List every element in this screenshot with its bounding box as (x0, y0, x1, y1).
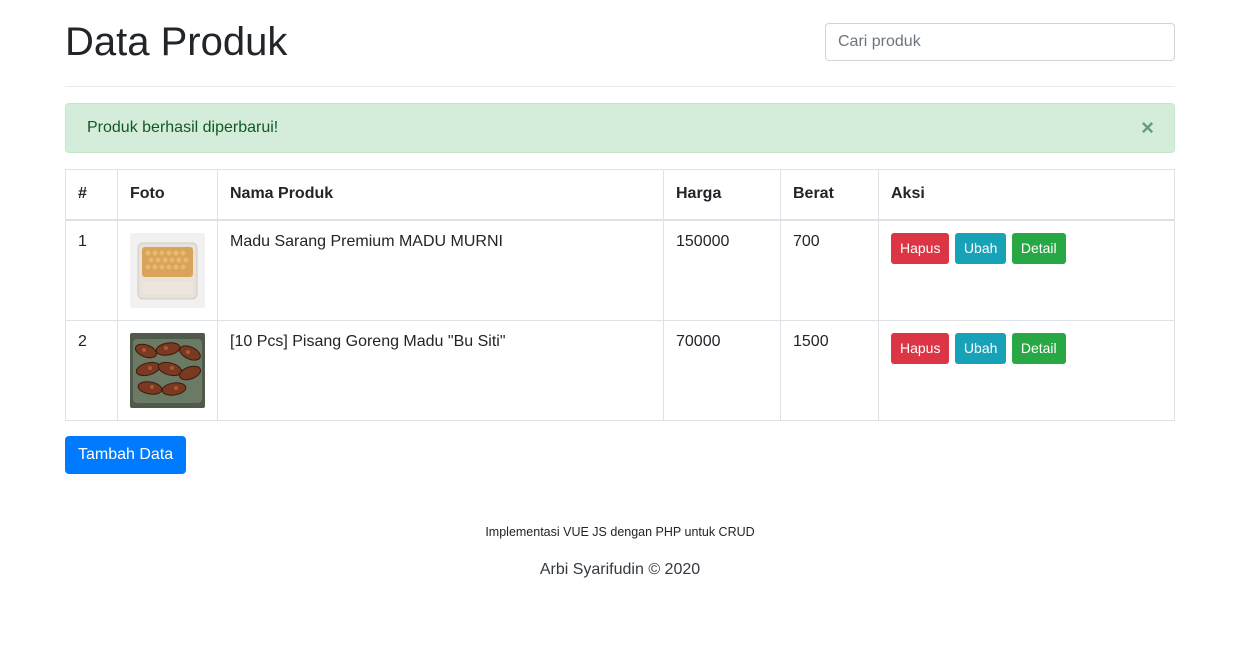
delete-button[interactable]: Hapus (891, 332, 950, 364)
delete-button[interactable]: Hapus (891, 232, 950, 264)
product-price: 70000 (663, 319, 781, 421)
alert-message: Produk berhasil diperbarui! (87, 119, 279, 136)
product-name: [10 Pcs] Pisang Goreng Madu "Bu Siti" (217, 319, 664, 421)
add-data-button[interactable]: Tambah Data (65, 436, 187, 474)
table-header-row: # Foto Nama Produk Harga Berat Aksi (65, 169, 1175, 221)
actions-cell: Hapus Ubah Detail (878, 319, 1175, 421)
column-header-weight: Berat (780, 169, 879, 221)
success-alert: Produk berhasil diperbarui! × (65, 103, 1175, 153)
row-number: 1 (65, 219, 118, 321)
column-header-photo: Foto (117, 169, 218, 221)
product-weight: 1500 (780, 319, 879, 421)
column-header-name: Nama Produk (217, 169, 664, 221)
page-title: Data Produk (65, 20, 288, 64)
detail-button[interactable]: Detail (1011, 232, 1066, 264)
page-header: Data Produk (65, 0, 1175, 87)
footer-tagline: Implementasi VUE JS dengan PHP untuk CRU… (485, 525, 755, 539)
search-input[interactable] (825, 23, 1175, 61)
photo-cell (117, 219, 218, 321)
column-header-actions: Aksi (878, 169, 1175, 221)
close-icon[interactable]: × (1141, 104, 1154, 152)
footer-credit: Arbi Syarifudin © 2020 (539, 561, 701, 578)
products-table: # Foto Nama Produk Harga Berat Aksi 1 Ma… (65, 169, 1175, 421)
column-header-number: # (65, 169, 118, 221)
photo-cell (117, 319, 218, 421)
main-container: Data Produk Produk berhasil diperbarui! … (65, 0, 1175, 578)
edit-button[interactable]: Ubah (954, 232, 1007, 264)
actions-cell: Hapus Ubah Detail (878, 219, 1175, 321)
product-price: 150000 (663, 219, 781, 321)
fried-banana-photo (130, 332, 205, 408)
table-row: 2 [10 Pcs] Pisang Goreng Madu "Bu Siti" … (65, 319, 1175, 421)
product-weight: 700 (780, 219, 879, 321)
detail-button[interactable]: Detail (1011, 332, 1066, 364)
honeycomb-photo (130, 232, 205, 308)
product-name: Madu Sarang Premium MADU MURNI (217, 219, 664, 321)
row-number: 2 (65, 319, 118, 421)
edit-button[interactable]: Ubah (954, 332, 1007, 364)
footer: Implementasi VUE JS dengan PHP untuk CRU… (65, 522, 1175, 580)
table-row: 1 Madu Sarang Premium MADU MURNI 150000 … (65, 219, 1175, 321)
column-header-price: Harga (663, 169, 781, 221)
